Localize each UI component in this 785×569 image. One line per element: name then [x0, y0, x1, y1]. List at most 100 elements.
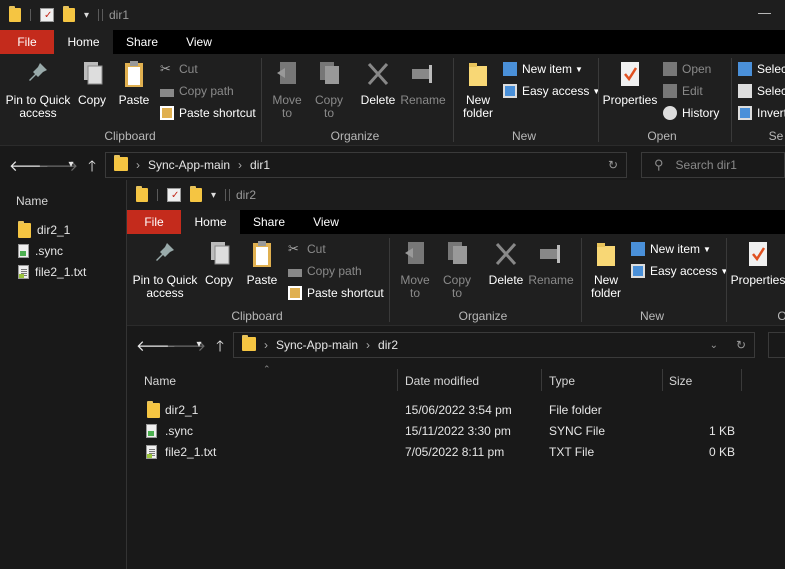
back-arrow-icon[interactable]: 🡐	[136, 336, 176, 355]
forward-arrow-icon[interactable]: 🡒	[166, 336, 206, 355]
copy-button[interactable]: Copy	[76, 60, 108, 107]
copy-button[interactable]: Copy	[203, 240, 235, 287]
new-item-button[interactable]: New item ▼	[503, 62, 583, 76]
new-folder-quick-icon[interactable]	[190, 186, 202, 203]
address-row: 🡐 🡒 ▾ 🡑 › Sync-App-main › dir1 ↻ ⚲ Searc…	[0, 147, 785, 183]
new-folder-button[interactable]: New folder	[586, 240, 626, 300]
search-box[interactable]	[768, 332, 785, 358]
item-name: file2_1.txt	[35, 265, 87, 279]
minimize-icon[interactable]: —	[758, 5, 771, 20]
ribbon: Pin to Quick access Copy Paste ✂ Cut Copy…	[0, 54, 785, 146]
copy-to-button[interactable]: Copy to	[310, 60, 348, 120]
select-all-button[interactable]: Select	[738, 62, 785, 76]
refresh-icon[interactable]: ↻	[736, 338, 746, 352]
forward-arrow-icon[interactable]: 🡒	[38, 156, 78, 175]
recent-locations-icon[interactable]: ▾	[191, 339, 207, 350]
easy-access-label: Easy access	[522, 84, 590, 98]
rename-button[interactable]: Rename	[528, 240, 574, 287]
select-none-button[interactable]: Select	[738, 84, 785, 98]
customize-toolbar-icon[interactable]: ▾	[84, 7, 89, 23]
list-item[interactable]: dir2_1	[18, 220, 70, 240]
properties-quick-icon[interactable]: ✓	[167, 188, 181, 202]
column-header-date[interactable]: Date modified	[405, 374, 479, 388]
list-item[interactable]: .sync	[18, 241, 63, 261]
tab-file[interactable]: File	[0, 30, 54, 54]
file-size: 1 KB	[708, 424, 735, 438]
column-header-type[interactable]: Type	[549, 374, 575, 388]
open-icon	[663, 62, 677, 76]
divider	[453, 58, 454, 142]
chevron-right-icon: ›	[238, 158, 243, 172]
copy-path-button[interactable]: Copy path	[160, 84, 234, 98]
column-header-size[interactable]: Size	[669, 374, 692, 388]
tab-view[interactable]: View	[302, 210, 350, 234]
breadcrumb-sync-app-main[interactable]: Sync-App-main	[276, 338, 358, 352]
recent-locations-icon[interactable]: ▾	[63, 159, 79, 170]
column-header-name[interactable]: Name	[144, 374, 176, 388]
cut-button[interactable]: ✂ Cut	[160, 62, 198, 77]
easy-access-button[interactable]: Easy access ▼	[503, 84, 600, 98]
tab-home[interactable]: Home	[54, 30, 113, 54]
explorer-window-dir2: ✓ ▾ dir2 File Home Share View Pin to Qui…	[126, 180, 785, 569]
copy-path-button[interactable]: Copy path	[288, 264, 362, 278]
tab-file[interactable]: File	[127, 210, 181, 234]
copy-to-button[interactable]: Copy to	[438, 240, 476, 300]
tab-share[interactable]: Share	[116, 30, 168, 54]
file-name: dir2_1	[165, 403, 199, 417]
refresh-icon[interactable]: ↻	[608, 158, 618, 172]
address-bar[interactable]: › Sync-App-main › dir2 ⌄ ↻	[233, 332, 755, 358]
paste-button[interactable]: Paste	[116, 60, 152, 107]
open-label: Open	[682, 62, 712, 76]
tab-share[interactable]: Share	[243, 210, 295, 234]
new-item-button[interactable]: New item ▼	[631, 242, 711, 256]
paste-shortcut-button[interactable]: Paste shortcut	[160, 106, 256, 120]
list-item[interactable]: file2_1.txt	[18, 262, 86, 282]
organize-group-label: Organize	[330, 129, 380, 143]
address-dropdown-icon[interactable]: ⌄	[710, 340, 718, 351]
easy-access-button[interactable]: Easy access ▼	[631, 264, 728, 278]
back-arrow-icon[interactable]: 🡐	[9, 156, 49, 175]
properties-button[interactable]: Properties	[730, 240, 785, 287]
properties-quick-icon[interactable]: ✓	[40, 8, 54, 22]
properties-button[interactable]: Properties	[602, 60, 658, 107]
rename-button[interactable]: Rename	[400, 60, 446, 107]
delete-button[interactable]: Delete	[486, 240, 526, 287]
new-folder-quick-icon[interactable]	[63, 6, 75, 23]
tab-view[interactable]: View	[175, 30, 223, 54]
table-row[interactable]: file2_1.txt 7/05/2022 8:11 pm TXT File 0…	[127, 442, 747, 462]
customize-toolbar-icon[interactable]: ▾	[211, 187, 216, 203]
tab-home[interactable]: Home	[181, 210, 240, 234]
address-bar[interactable]: › Sync-App-main › dir1 ↻	[105, 152, 627, 178]
move-to-label: Move to	[272, 93, 302, 120]
cut-button[interactable]: ✂ Cut	[288, 242, 326, 257]
select-all-label: Select	[757, 62, 785, 76]
breadcrumb-sync-app-main[interactable]: Sync-App-main	[148, 158, 230, 172]
history-button[interactable]: History	[663, 106, 719, 120]
file-date: 15/06/2022 3:54 pm	[405, 403, 512, 417]
invert-selection-button[interactable]: Invert	[738, 106, 785, 120]
breadcrumb-dir2[interactable]: dir2	[378, 338, 398, 352]
delete-icon	[494, 240, 518, 268]
cut-label: Cut	[179, 62, 198, 76]
delete-button[interactable]: Delete	[358, 60, 398, 107]
search-box[interactable]: ⚲ Search dir1	[641, 152, 785, 178]
pin-to-quick-access-button[interactable]: Pin to Quick access	[131, 240, 199, 300]
table-row[interactable]: dir2_1 15/06/2022 3:54 pm File folder	[127, 400, 747, 420]
ribbon-tabs: File Home Share View	[127, 210, 785, 234]
edit-button[interactable]: Edit	[663, 84, 703, 98]
open-button[interactable]: Open	[663, 62, 711, 76]
move-to-button[interactable]: Move to	[396, 240, 434, 300]
move-to-button[interactable]: Move to	[268, 60, 306, 120]
new-folder-label: New folder	[462, 93, 494, 120]
pin-to-quick-access-button[interactable]: Pin to Quick access	[4, 60, 72, 120]
folder-icon	[18, 220, 31, 238]
paste-button[interactable]: Paste	[244, 240, 280, 287]
breadcrumb-dir1[interactable]: dir1	[250, 158, 270, 172]
new-folder-button[interactable]: New folder	[458, 60, 498, 120]
paste-label: Paste	[246, 273, 278, 287]
up-arrow-icon[interactable]: 🡑	[84, 156, 100, 181]
paste-shortcut-button[interactable]: Paste shortcut	[288, 286, 384, 300]
up-arrow-icon[interactable]: 🡑	[212, 336, 228, 361]
column-header-name[interactable]: Name	[16, 194, 48, 208]
table-row[interactable]: .sync 15/11/2022 3:30 pm SYNC File 1 KB	[127, 421, 747, 441]
